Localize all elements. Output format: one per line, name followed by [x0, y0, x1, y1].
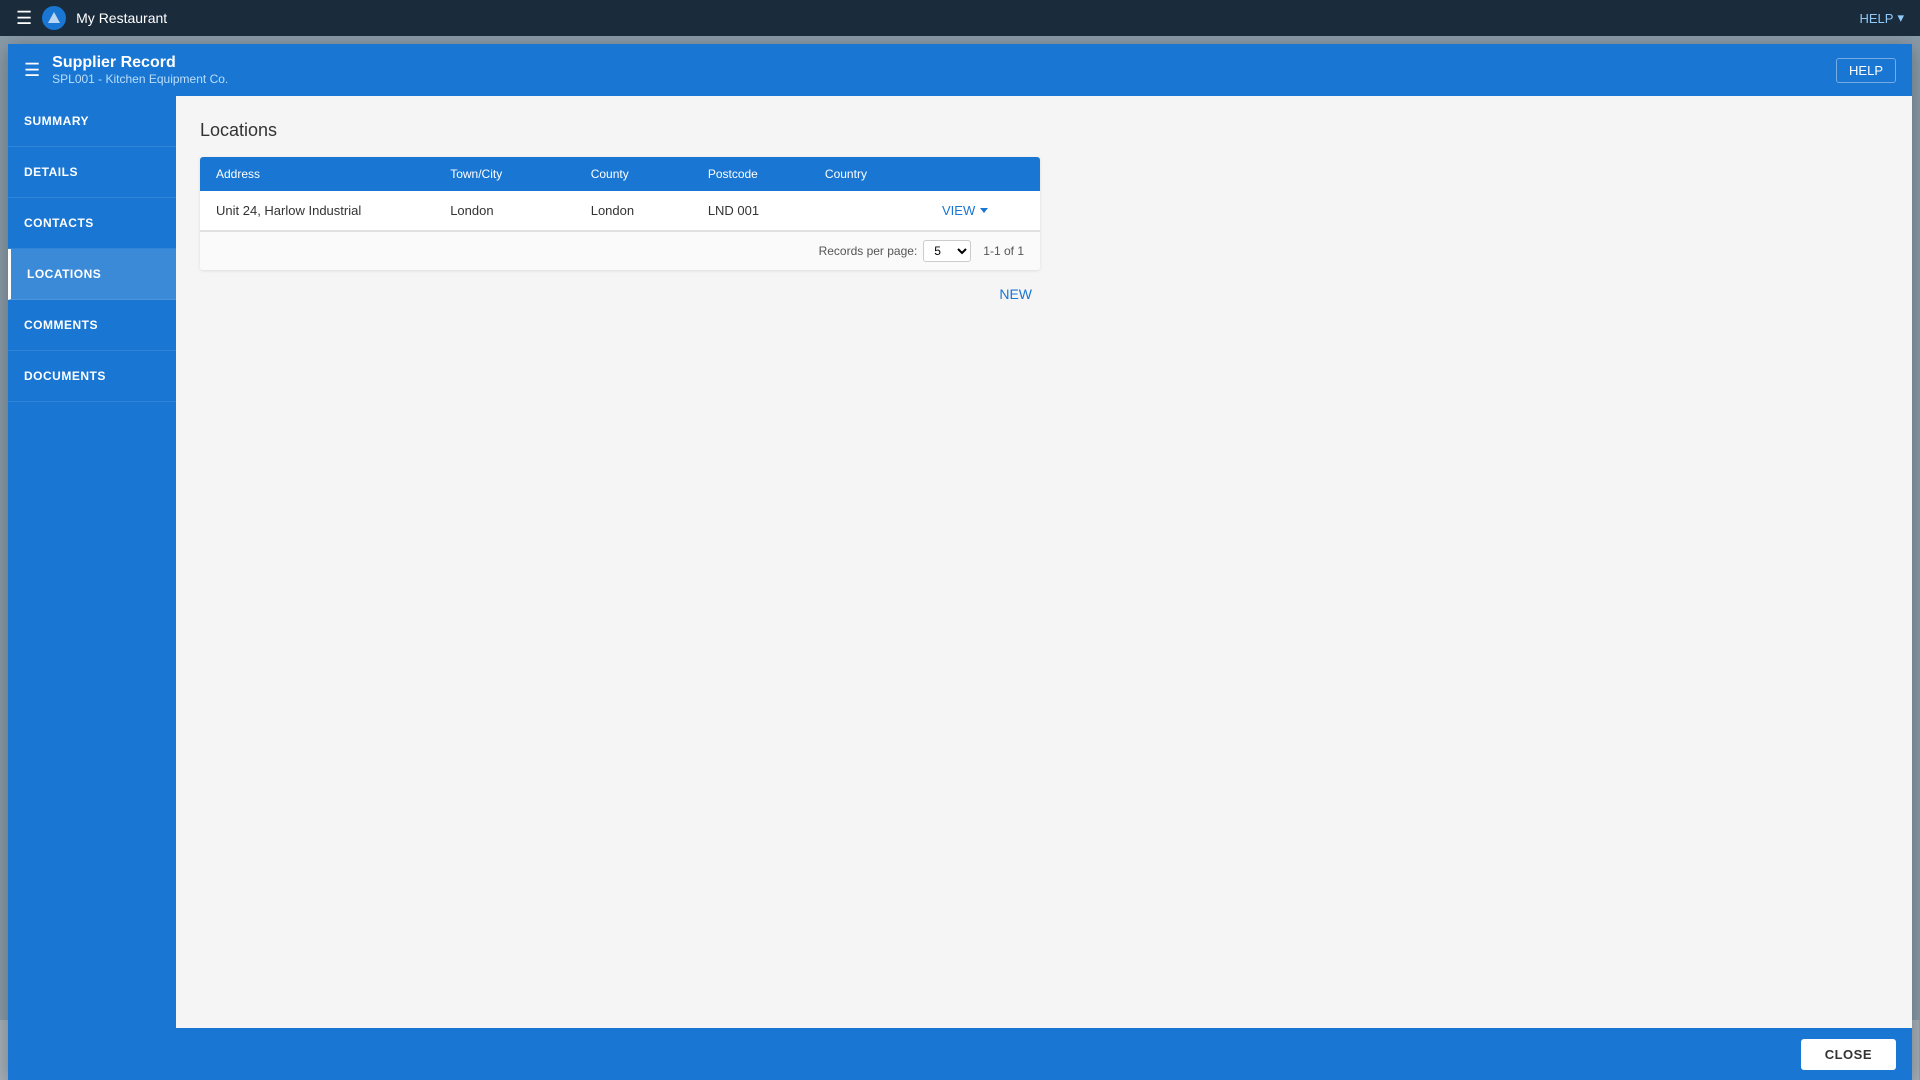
modal-subtitle: SPL001 - Kitchen Equipment Co.: [52, 72, 228, 86]
modal-help-button[interactable]: HELP: [1836, 58, 1896, 83]
modal-header-left: ☰ Supplier Record SPL001 - Kitchen Equip…: [24, 54, 228, 86]
sidebar-item-contacts[interactable]: CONTACTS: [8, 198, 176, 249]
col-postcode: Postcode: [708, 167, 825, 181]
sidebar-item-documents[interactable]: DOCUMENTS: [8, 351, 176, 402]
cell-postcode: LND 001: [708, 203, 825, 218]
new-btn-container: NEW: [200, 282, 1040, 306]
modal-header: ☰ Supplier Record SPL001 - Kitchen Equip…: [8, 44, 1912, 96]
hamburger-icon[interactable]: ☰: [16, 8, 32, 29]
modal-window: ☰ Supplier Record SPL001 - Kitchen Equip…: [8, 44, 1912, 1080]
app-logo: [42, 6, 66, 30]
col-country: Country: [825, 167, 942, 181]
sidebar-item-comments[interactable]: COMMENTS: [8, 300, 176, 351]
col-county: County: [591, 167, 708, 181]
modal-body: SUMMARY DETAILS CONTACTS LOCATIONS COMME…: [8, 96, 1912, 1028]
col-town-city: Town/City: [450, 167, 591, 181]
global-nav-left: ☰ My Restaurant: [16, 6, 167, 30]
records-per-page: Records per page: 5 10 25: [819, 240, 972, 262]
records-per-page-select[interactable]: 5 10 25: [923, 240, 971, 262]
records-per-page-label: Records per page:: [819, 244, 918, 258]
sidebar: SUMMARY DETAILS CONTACTS LOCATIONS COMME…: [8, 96, 176, 1028]
modal-footer: CLOSE: [8, 1028, 1912, 1080]
pagination-info: 1-1 of 1: [983, 244, 1024, 258]
modal-title-group: Supplier Record SPL001 - Kitchen Equipme…: [52, 54, 228, 86]
cell-county: London: [591, 203, 708, 218]
modal-backdrop: ☰ Supplier Record SPL001 - Kitchen Equip…: [0, 36, 1920, 1080]
view-button[interactable]: VIEW: [942, 203, 1024, 218]
global-help-button[interactable]: HELP ▾: [1860, 10, 1905, 26]
locations-table: Address Town/City County Postcode Countr…: [200, 157, 1040, 270]
global-nav: ☰ My Restaurant HELP ▾: [0, 0, 1920, 36]
content-area: Locations Address Town/City County Postc…: [176, 96, 1912, 1028]
cell-address: Unit 24, Harlow Industrial: [216, 203, 450, 218]
close-button[interactable]: CLOSE: [1801, 1039, 1896, 1070]
col-action: [942, 167, 1024, 181]
sidebar-item-summary[interactable]: SUMMARY: [8, 96, 176, 147]
cell-town-city: London: [450, 203, 591, 218]
sidebar-item-locations[interactable]: LOCATIONS: [8, 249, 176, 300]
view-chevron-icon: [980, 208, 988, 213]
table-header: Address Town/City County Postcode Countr…: [200, 157, 1040, 191]
table-row: Unit 24, Harlow Industrial London London…: [200, 191, 1040, 231]
col-address: Address: [216, 167, 450, 181]
section-title: Locations: [200, 120, 1888, 141]
app-title: My Restaurant: [76, 10, 167, 26]
table-footer: Records per page: 5 10 25 1-1 of 1: [200, 231, 1040, 270]
modal-title: Supplier Record: [52, 54, 228, 72]
sidebar-item-details[interactable]: DETAILS: [8, 147, 176, 198]
modal-menu-icon[interactable]: ☰: [24, 60, 40, 81]
new-button[interactable]: NEW: [991, 282, 1040, 306]
